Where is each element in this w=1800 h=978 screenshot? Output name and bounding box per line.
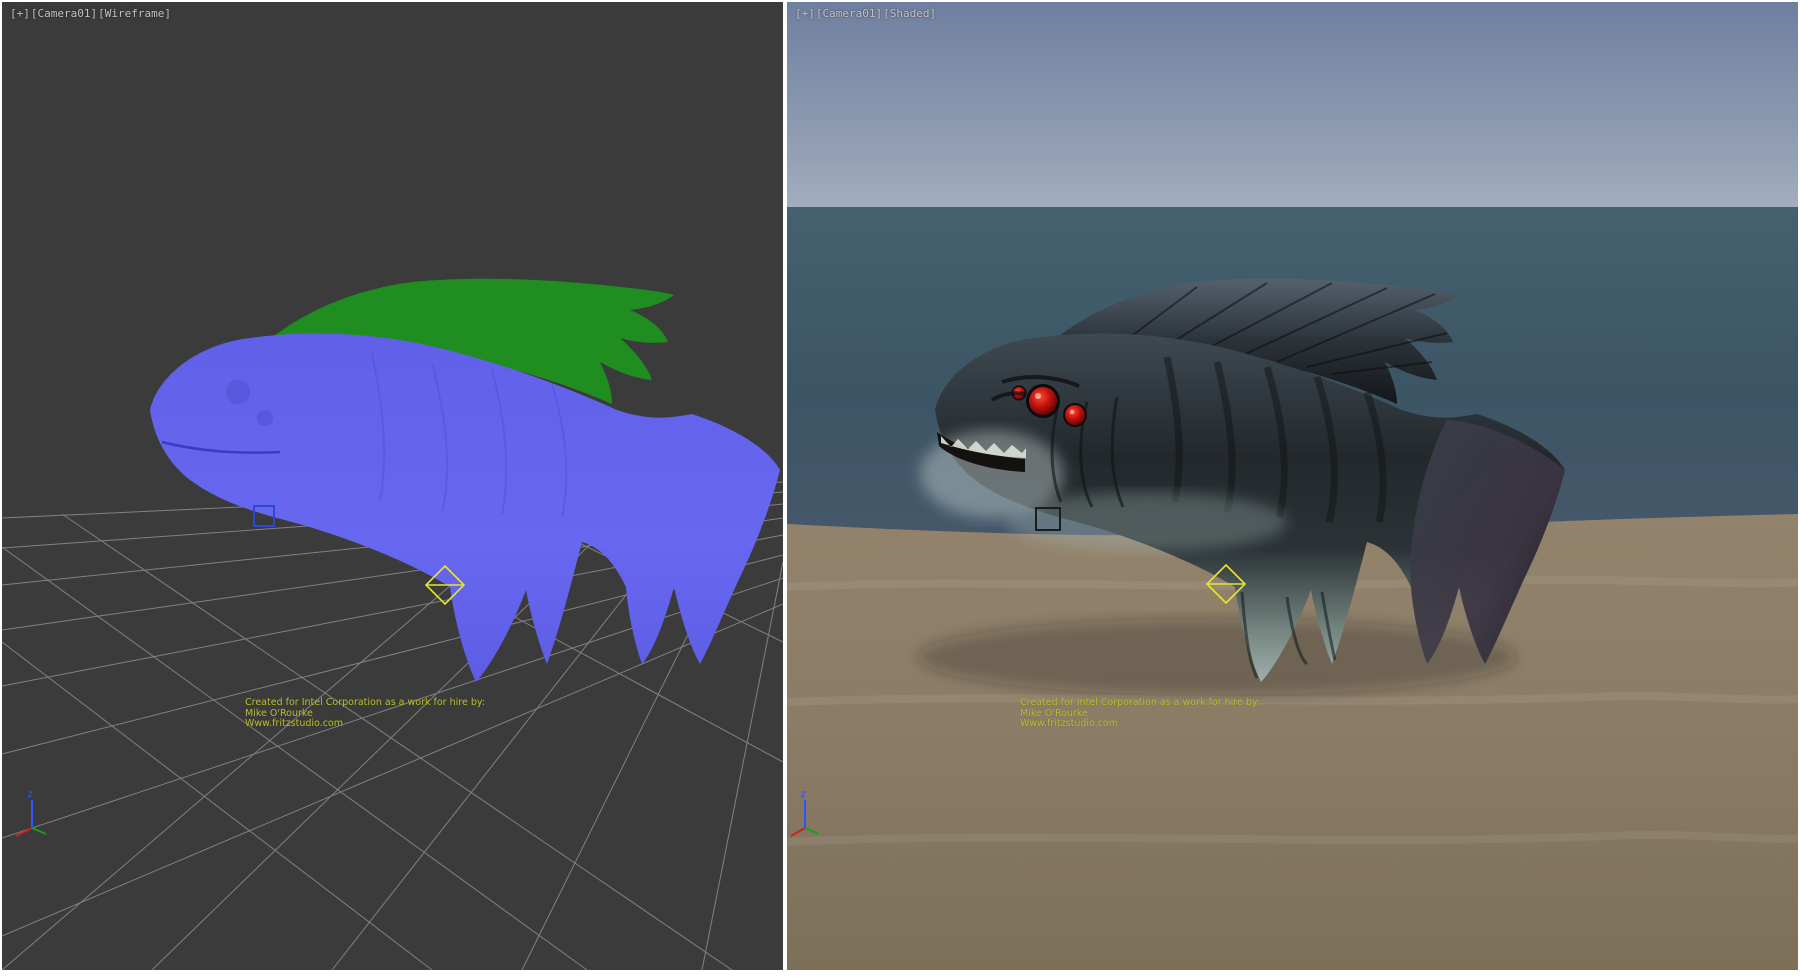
wireframe-canvas[interactable]: z bbox=[2, 2, 783, 970]
viewport-container: [+][Camera01][Wireframe] bbox=[0, 0, 1800, 978]
viewport-label-wireframe: [+][Camera01][Wireframe] bbox=[10, 8, 172, 20]
viewport-shaded[interactable]: [+][Camera01][Shaded] bbox=[787, 2, 1798, 970]
viewport-shading-menu[interactable]: [Shaded] bbox=[883, 7, 936, 20]
fish-model-wireframe[interactable] bbox=[150, 279, 780, 682]
viewport-menu-button[interactable]: [+] bbox=[10, 7, 30, 20]
eye-spot-large bbox=[226, 380, 250, 404]
viewport-label-shaded: [+][Camera01][Shaded] bbox=[795, 8, 937, 20]
viewport-camera-menu[interactable]: [Camera01] bbox=[816, 7, 882, 20]
viewport-wireframe[interactable]: [+][Camera01][Wireframe] bbox=[2, 2, 783, 970]
shaded-canvas[interactable]: z bbox=[787, 2, 1798, 970]
sky bbox=[787, 2, 1798, 207]
eye-main bbox=[1029, 387, 1057, 415]
eye-spot-small bbox=[257, 410, 273, 426]
axis-tripod: z bbox=[16, 789, 46, 836]
eye-second bbox=[1065, 405, 1085, 425]
viewport-menu-button[interactable]: [+] bbox=[795, 7, 815, 20]
viewport-shading-menu[interactable]: [Wireframe] bbox=[98, 7, 171, 20]
viewport-camera-menu[interactable]: [Camera01] bbox=[31, 7, 97, 20]
axis-z-label: z bbox=[800, 789, 806, 800]
belly-highlight bbox=[1007, 492, 1287, 552]
axis-z-label: z bbox=[27, 789, 33, 800]
